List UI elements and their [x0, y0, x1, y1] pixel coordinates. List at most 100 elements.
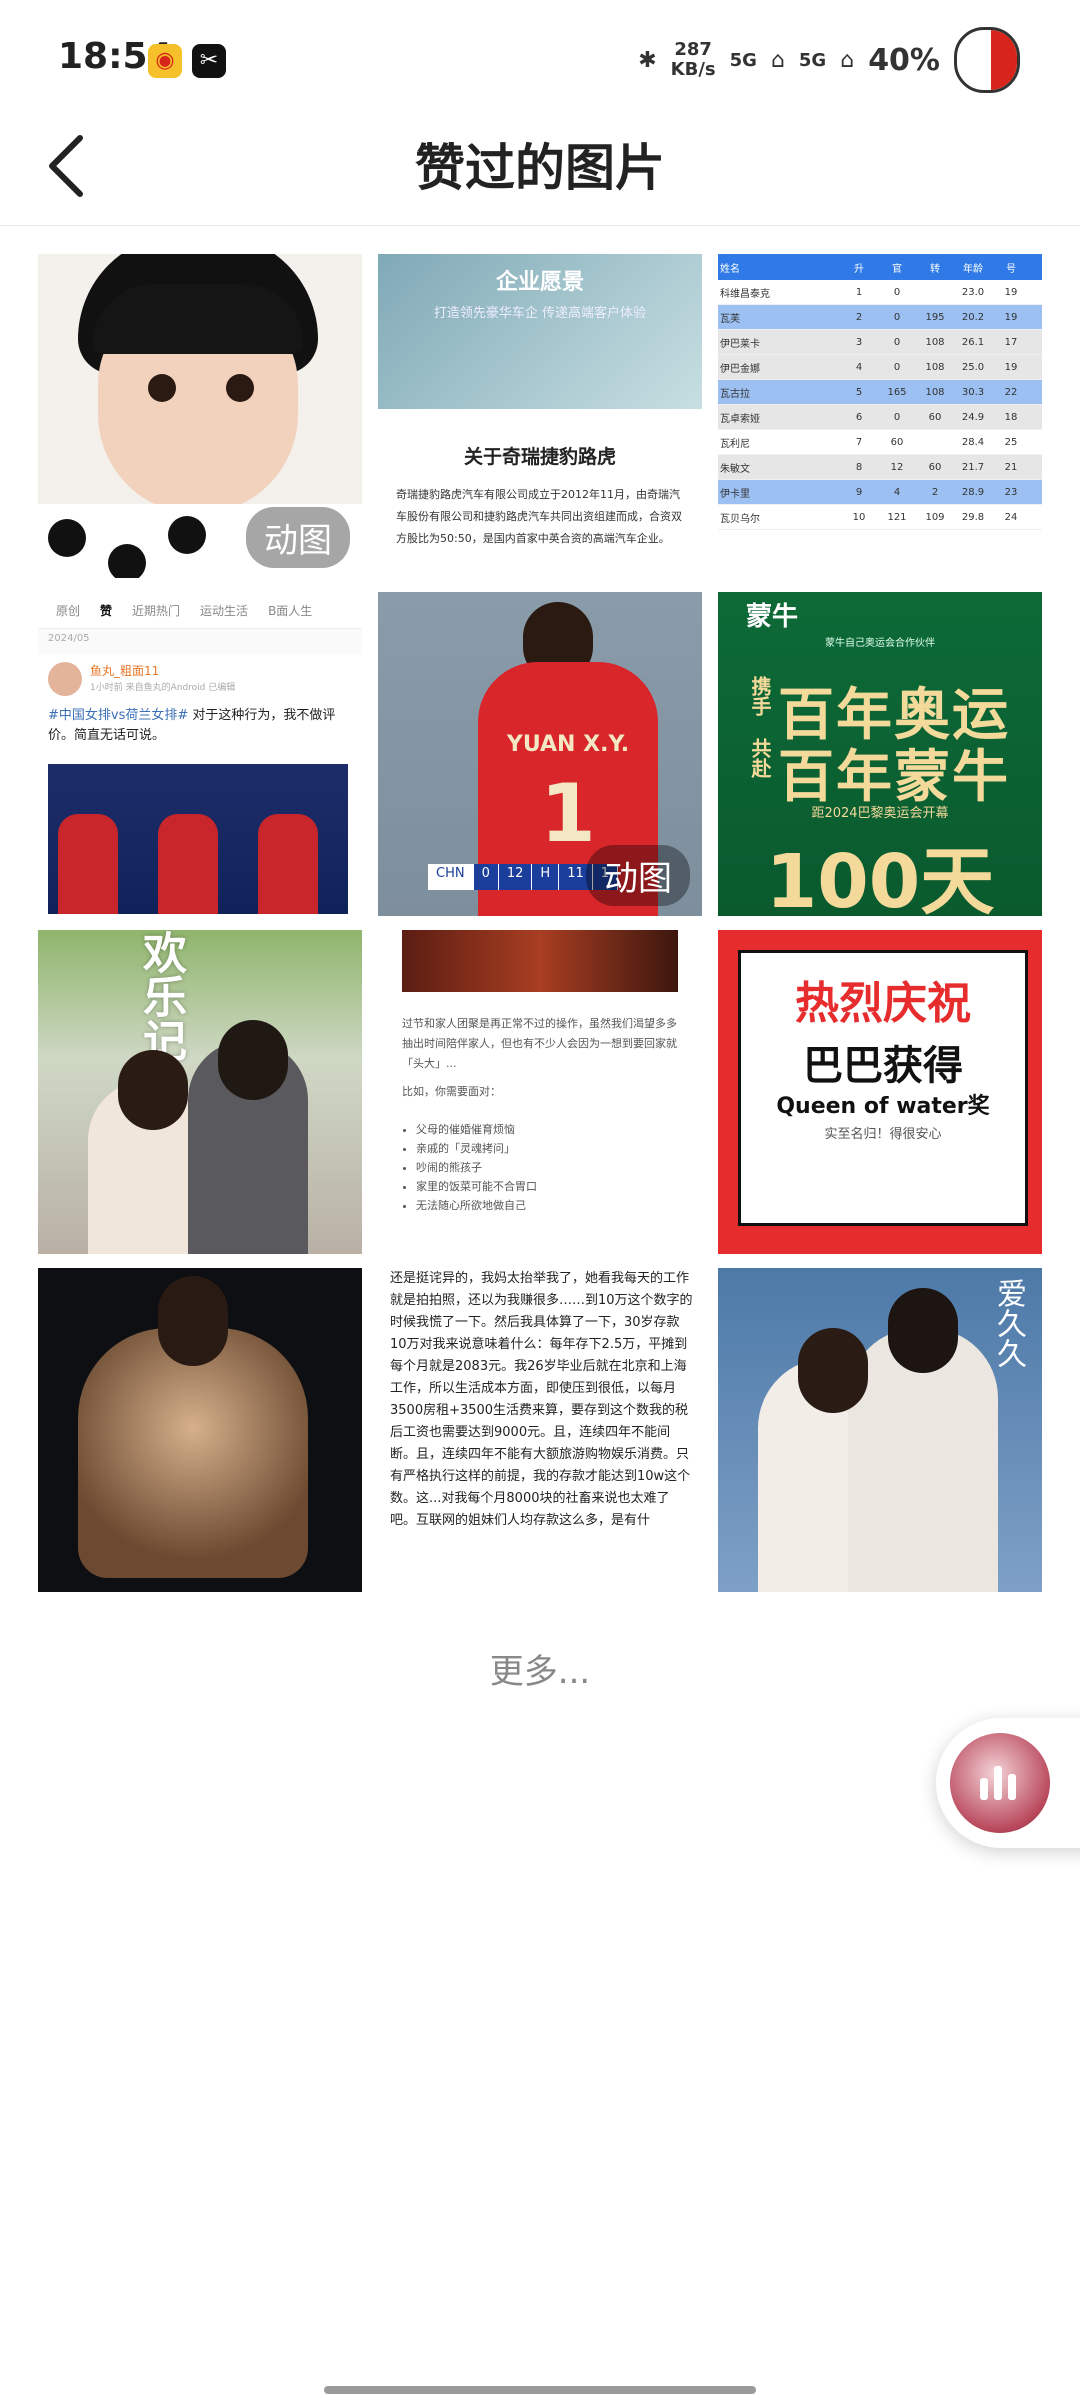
list-item: 家里的饭菜可能不合胃口 [416, 1177, 537, 1196]
table-cell: 瓦芙 [720, 313, 740, 325]
table-cell: 30.3 [961, 386, 985, 398]
table-cell: 28.4 [961, 436, 985, 448]
table-cell: 22 [1004, 386, 1018, 398]
celebration-line2: 巴巴获得 [803, 1043, 963, 1089]
table-cell: 29.8 [961, 511, 985, 523]
table-cell: 0 [893, 411, 901, 423]
image-tile[interactable]: 热烈庆祝 巴巴获得 Queen of water奖 实至名归！得很安心 [718, 930, 1042, 1254]
capcut-app-icon: ✂ [192, 44, 226, 78]
image-tile[interactable]: 爱久久 [718, 1268, 1042, 1592]
weibo-tab: 原创 [56, 603, 81, 618]
table-cell: 24.9 [961, 411, 985, 423]
image-tile[interactable]: 企业愿景 打造领先豪华车企 传递高端客户体验 关于奇瑞捷豹路虎 奇瑞捷豹路虎汽车… [378, 254, 702, 578]
table-cell: 19 [1004, 361, 1018, 373]
table-cell: 伊巴金娜 [720, 363, 760, 375]
food-photo [402, 930, 678, 992]
more-link[interactable]: 更多... [0, 1644, 1080, 1693]
table-row: 瓦贝乌尔 10 121 109 29.8 24 [718, 505, 1042, 530]
image-tile[interactable]: 姓名 升 官 转 年龄 号 科维昌泰克 1 0 23.0 19 瓦芙 2 0 195 20.2 19… [718, 254, 1042, 578]
bluetooth-icon: ✱ [638, 47, 657, 73]
enterprise-body: 奇瑞捷豹路虎汽车有限公司成立于2012年11月，由奇瑞汽车股份有限公司和捷豹路虎… [396, 488, 682, 545]
table-cell: 24 [1004, 511, 1018, 523]
weibo-tab: 赞 [100, 603, 113, 618]
table-cell: 108 [925, 336, 945, 348]
image-tile[interactable]: 原创 赞 近期热门 运动生活 B面人生 2024/05 鱼丸_粗面11 1小时前… [38, 592, 362, 916]
table-cell: 20.2 [961, 311, 985, 323]
home-indicator[interactable] [324, 2386, 756, 2394]
table-cell: 19 [1004, 286, 1018, 298]
table-cell: 195 [925, 311, 945, 323]
table-cell: 瓦利尼 [720, 438, 750, 450]
signal-icon: 5G [798, 49, 827, 71]
article-para: 过节和家人团聚是再正常不过的操作，虽然我们渴望多多抽出时间陪伴家人，但也有不少人… [402, 1014, 682, 1102]
table-cell: 8 [855, 461, 863, 473]
list-item: 父母的催婚催育烦恼 [416, 1120, 537, 1139]
weibo-tab: B面人生 [268, 603, 313, 618]
table-header-cell: 姓名 [720, 263, 740, 275]
table-row: 瓦芙 2 0 195 20.2 19 [718, 305, 1042, 330]
celebration-line1: 热烈庆祝 [795, 978, 971, 1029]
table-header: 姓名 升 官 转 年龄 号 [718, 254, 1042, 280]
table-header-cell: 官 [892, 263, 902, 275]
long-text: 还是挺诧异的，我妈太抬举我了，她看我每天的工作就是拍拍照，还以为我赚很多……到1… [390, 1271, 693, 1528]
mengniu-sub: 蒙牛自己奥运会合作伙伴 [825, 638, 935, 649]
mengniu-line2: 百年蒙牛 [778, 745, 1010, 810]
image-tile[interactable]: 欢乐记 [38, 930, 362, 1254]
network-speed: 287 KB/s [671, 40, 716, 80]
table-header-cell: 号 [1006, 263, 1016, 275]
image-tile[interactable] [38, 1268, 362, 1592]
weibo-tabs: 原创 赞 近期热门 运动生活 B面人生 [38, 592, 362, 629]
table-cell: 6 [855, 411, 863, 423]
table-header-cell: 升 [854, 263, 864, 275]
article-list: 父母的催婚催育烦恼 亲戚的「灵魂拷问」 吵闹的熊孩子 家里的饭菜可能不合胃口 无… [402, 1120, 537, 1215]
table-cell: 25 [1004, 436, 1018, 448]
image-tile[interactable]: 蒙牛 蒙牛自己奥运会合作伙伴 携手 百年奥运 共赴 百年蒙牛 距2024巴黎奥运… [718, 592, 1042, 916]
celebration-line4: 实至名归！得很安心 [824, 1127, 942, 1142]
floating-music-player[interactable] [936, 1718, 1080, 1848]
image-tile[interactable]: 过节和家人团聚是再正常不过的操作，虽然我们渴望多多抽出时间陪伴家人，但也有不少人… [378, 930, 702, 1254]
score-cell: H [532, 864, 560, 890]
image-tile[interactable]: YUAN X.Y. 1 CHN 0 12 H 11 1 动图 [378, 592, 702, 916]
score-cell: 0 [473, 864, 499, 890]
table-cell: 165 [887, 386, 907, 398]
music-pause-icon [980, 1762, 1016, 1800]
score-cell: 12 [498, 864, 533, 890]
battery-icon [954, 27, 1020, 93]
table-cell: 19 [1004, 311, 1018, 323]
weibo-picture [48, 764, 348, 914]
table-cell: 0 [893, 286, 901, 298]
table-cell: 0 [893, 311, 901, 323]
list-item: 无法随心所欲地做自己 [416, 1196, 537, 1215]
mengniu-countdown-label: 距2024巴黎奥运会开幕 [811, 806, 949, 821]
weibo-text: #中国女排vs荷兰女排# 对于这种行为，我不做评价。简直无话可说。 [48, 706, 348, 746]
gif-badge: 动图 [246, 507, 350, 568]
mengniu-small2: 共赴 [748, 738, 772, 778]
weibo-app-icon: ◉ [148, 44, 182, 78]
table-cell: 60 [928, 461, 942, 473]
table-header-cell: 年龄 [963, 263, 983, 275]
avatar [48, 662, 82, 696]
image-tile[interactable]: 还是挺诧异的，我妈太抬举我了，她看我每天的工作就是拍拍照，还以为我赚很多……到1… [378, 1268, 702, 1592]
speed-unit: KB/s [670, 59, 716, 80]
enterprise-title: 关于奇瑞捷豹路虎 [463, 446, 616, 468]
table-row: 伊巴金娜 4 0 108 25.0 19 [718, 355, 1042, 380]
image-tile[interactable]: 动图 [38, 254, 362, 578]
weibo-date: 2024/05 [48, 633, 90, 644]
weibo-tab: 近期热门 [132, 603, 181, 618]
couple-title: 爱久久 [991, 1278, 1026, 1368]
table-cell: 12 [890, 461, 904, 473]
celebration-panel: 热烈庆祝 巴巴获得 Queen of water奖 实至名归！得很安心 [738, 950, 1028, 1226]
table-row: 朱敏文 8 12 60 21.7 21 [718, 455, 1042, 480]
weibo-tab: 运动生活 [200, 603, 249, 618]
speed-value: 287 [674, 39, 712, 60]
wifi-icon: ⌂ [840, 47, 855, 73]
table-cell: 0 [893, 336, 901, 348]
table-row: 科维昌泰克 1 0 23.0 19 [718, 280, 1042, 305]
table-cell: 朱敏文 [720, 463, 750, 475]
table-cell: 108 [925, 386, 945, 398]
weibo-card: 鱼丸_粗面11 1小时前 来自鱼丸的Android 已编辑 #中国女排vs荷兰女… [38, 654, 362, 916]
status-bar: 18:54 ◉ ✂ ✱ 287 KB/s 5G ⌂ 5G ⌂ 40% [0, 0, 1080, 110]
article-text: 过节和家人团聚是再正常不过的操作，虽然我们渴望多多抽出时间陪伴家人，但也有不少人… [402, 1017, 677, 1070]
mengniu-brand: 蒙牛 [746, 602, 799, 632]
signal-icon: 5G [729, 49, 757, 71]
